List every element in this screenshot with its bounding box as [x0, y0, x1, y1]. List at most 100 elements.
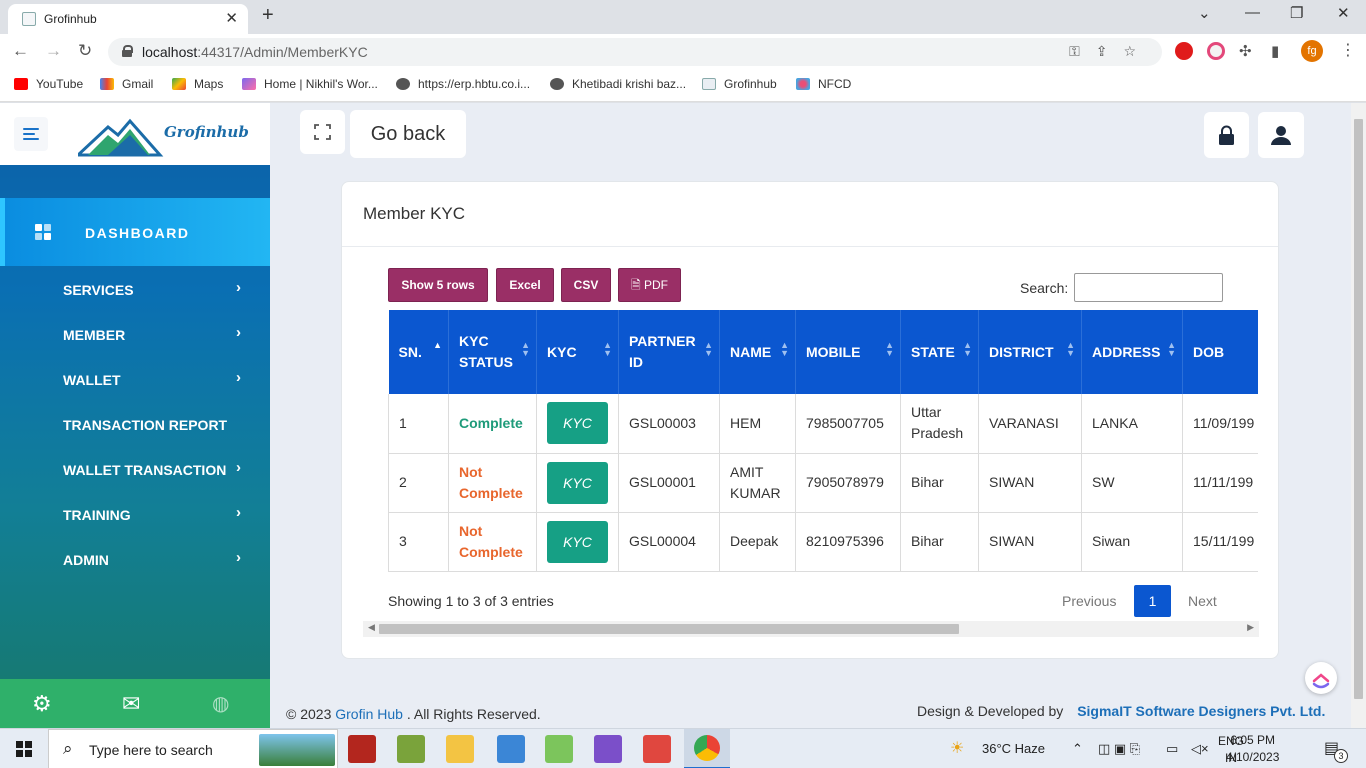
pdf-export-button[interactable]: 🗎 PDF [618, 268, 681, 302]
column-header-mobile[interactable]: MOBILE ▲ ▼ [795, 310, 901, 394]
reload-icon[interactable]: ↻ [78, 41, 92, 61]
forward-arrow-icon[interactable]: → [45, 41, 62, 61]
cell-district: SIWAN [978, 512, 1082, 572]
developer-link[interactable]: SigmaIT Software Designers Pvt. Ltd. [1077, 703, 1325, 719]
app-icon-red[interactable] [643, 735, 671, 763]
fullscreen-button[interactable] [300, 110, 345, 154]
show-hidden-icons[interactable]: ⌃ [1072, 741, 1083, 757]
browser-tab[interactable]: Grofinhub ✕ [8, 4, 248, 34]
scroll-right-icon[interactable]: ▶ [1247, 622, 1254, 633]
sidebar-item-wallet-transaction[interactable]: WALLET TRANSACTION › [0, 450, 270, 490]
column-header-partner-id[interactable]: PARTNER ID ▲ ▼ [618, 310, 720, 394]
menu-toggle-icon[interactable] [14, 117, 48, 151]
app-icon-green[interactable] [545, 735, 573, 763]
cell-dob: 11/11/199 [1182, 453, 1258, 513]
close-tab-icon[interactable]: ✕ [225, 9, 238, 27]
maximize-icon[interactable]: ❐ [1290, 4, 1303, 22]
filezilla-icon[interactable] [348, 735, 376, 763]
column-header-name[interactable]: NAME ▲ ▼ [719, 310, 796, 394]
notepad-icon[interactable] [397, 735, 425, 763]
taskbar-chrome-active[interactable] [684, 729, 730, 768]
bookmark-gmail[interactable]: Gmail [100, 77, 153, 91]
browser-menu-icon[interactable]: ⋮ [1340, 40, 1356, 60]
profile-avatar[interactable]: fg [1301, 40, 1323, 62]
minimize-icon[interactable]: — [1245, 4, 1260, 21]
extensions-puzzle-icon[interactable]: ✣ [1239, 42, 1252, 60]
app-icon-blue[interactable] [497, 735, 525, 763]
cell-district: VARANASI [978, 394, 1082, 454]
bookmark-erp-hbtu[interactable]: https://erp.hbtu.co.i... [396, 77, 530, 91]
horizontal-scrollbar[interactable]: ◀ ▶ [363, 621, 1259, 637]
scrollbar-thumb[interactable] [1354, 119, 1363, 699]
page-vertical-scrollbar[interactable] [1351, 103, 1366, 728]
cell-address: Siwan [1081, 512, 1183, 572]
user-icon [1271, 126, 1291, 145]
tray-app-icons[interactable]: ◫ ▣ ⎘ [1098, 741, 1140, 757]
sidebar-item-member[interactable]: MEMBER › [0, 315, 270, 355]
sidebar-item-label: ADMIN [63, 552, 109, 568]
excel-export-button[interactable]: Excel [496, 268, 554, 302]
scroll-left-icon[interactable]: ◀ [368, 622, 375, 633]
sidebar-item-training[interactable]: TRAINING › [0, 495, 270, 535]
network-icon[interactable]: ▭ [1166, 741, 1178, 757]
sidebar-item-transaction-report[interactable]: TRANSACTION REPORT [0, 405, 270, 445]
clickup-widget-icon[interactable] [1305, 662, 1337, 694]
site-info-lock-icon[interactable] [122, 45, 133, 57]
taskbar-clock[interactable]: 6:05 PM 4/10/2023 [1226, 732, 1279, 766]
lock-screen-icon[interactable]: ◍ [212, 691, 229, 716]
go-back-button[interactable]: Go back [350, 110, 466, 158]
sidebar-item-services[interactable]: SERVICES › [0, 270, 270, 310]
pagination-page-1[interactable]: 1 [1134, 585, 1171, 617]
file-explorer-icon[interactable] [446, 735, 474, 763]
pagination-next[interactable]: Next [1188, 585, 1217, 617]
windows-start-icon[interactable] [16, 741, 32, 757]
page-title: Member KYC [363, 204, 466, 223]
column-header-district[interactable]: DISTRICT ▲ ▼ [978, 310, 1082, 394]
back-arrow-icon[interactable]: ← [12, 41, 29, 61]
bookmark-nfcd[interactable]: NFCD [796, 77, 851, 91]
column-header-address[interactable]: ADDRESS ▲ ▼ [1081, 310, 1183, 394]
bookmark-youtube[interactable]: YouTube [14, 77, 83, 91]
column-header-label: STATE [911, 343, 955, 360]
kyc-button[interactable]: KYC [547, 402, 608, 445]
taskbar-search-box[interactable]: ⌕ Type here to search [48, 729, 338, 768]
table-row: 3 Not Complete KYC GSL00004 Deepak 82109… [388, 512, 1258, 572]
settings-gear-icon[interactable]: ⚙ [32, 691, 52, 717]
user-profile-button[interactable] [1258, 112, 1304, 158]
bookmark-maps[interactable]: Maps [172, 77, 223, 91]
column-header-kyc[interactable]: KYC ▲ ▼ [536, 310, 619, 394]
cell-state: Bihar [900, 453, 979, 513]
mail-icon[interactable]: ✉ [122, 691, 140, 717]
close-window-icon[interactable]: ✕ [1337, 4, 1350, 22]
bookmark-grofinhub[interactable]: Grofinhub [702, 77, 777, 91]
search-input[interactable] [1074, 273, 1223, 302]
sidebar-item-wallet[interactable]: WALLET › [0, 360, 270, 400]
visual-studio-icon[interactable] [594, 735, 622, 763]
bookmark-home-nikhil[interactable]: Home | Nikhil's Wor... [242, 77, 378, 91]
column-header-sn[interactable]: SN. ▲ [388, 310, 449, 394]
volume-muted-icon[interactable]: ◁× [1191, 741, 1209, 757]
omnibox-action-icons[interactable]: ⚿⇪☆ [1069, 43, 1152, 60]
clickup-extension-icon[interactable] [1207, 42, 1225, 60]
url-bar[interactable]: localhost:44317/Admin/MemberKYC ⚿⇪☆ [108, 38, 1162, 66]
show-rows-button[interactable]: Show 5 rows [388, 268, 488, 302]
column-header-kyc-status[interactable]: KYC STATUS ▲ ▼ [448, 310, 537, 394]
sidebar-item-admin[interactable]: ADMIN › [0, 540, 270, 580]
csv-export-button[interactable]: CSV [561, 268, 611, 302]
footer-brand-link[interactable]: Grofin Hub [335, 706, 403, 722]
side-panel-icon[interactable]: ▮ [1271, 42, 1279, 60]
new-tab-icon[interactable]: + [262, 4, 274, 27]
tab-search-icon[interactable]: ⌄ [1198, 4, 1211, 22]
lock-button[interactable] [1204, 112, 1249, 158]
bookmark-khetibadi[interactable]: Khetibadi krishi baz... [550, 77, 686, 91]
kyc-button[interactable]: KYC [547, 520, 608, 563]
pagination-previous[interactable]: Previous [1062, 585, 1116, 617]
column-header-state[interactable]: STATE ▲ ▼ [900, 310, 979, 394]
weather-text[interactable]: 36°C Haze [982, 741, 1045, 756]
kyc-button[interactable]: KYC [547, 461, 608, 504]
weather-icon[interactable]: ☀ [950, 738, 964, 758]
extension-red-icon[interactable] [1175, 42, 1193, 60]
sidebar-item-dashboard[interactable]: DASHBOARD [0, 198, 270, 266]
column-header-dob[interactable]: DOB [1182, 310, 1258, 394]
scrollbar-thumb[interactable] [379, 624, 959, 634]
